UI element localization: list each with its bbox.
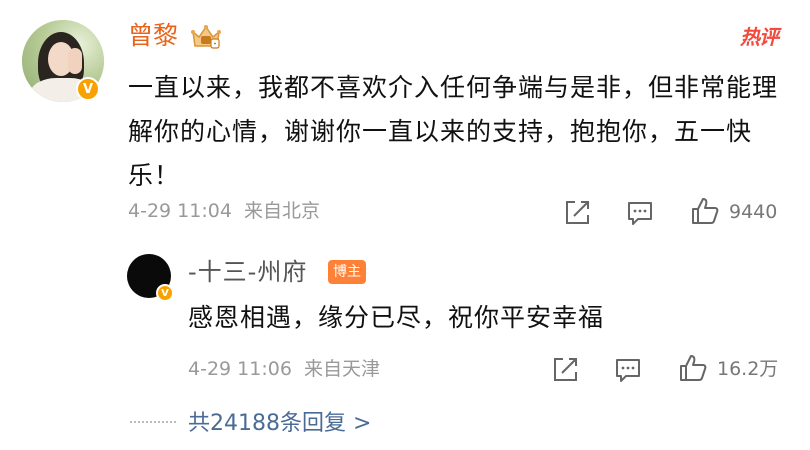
verified-icon: V: [76, 77, 100, 101]
location: 来自北京: [243, 200, 320, 222]
comment-icon[interactable]: [625, 198, 655, 228]
comment-icon[interactable]: [613, 355, 643, 385]
divider-dots: [130, 421, 176, 423]
share-icon[interactable]: [550, 355, 580, 385]
reply-meta: 4-29 11:06 来自天津: [188, 356, 380, 382]
comment-meta: 4-29 11:04 来自北京: [128, 198, 320, 224]
like-icon[interactable]: [678, 353, 708, 383]
share-icon[interactable]: [562, 198, 592, 228]
hot-comment-badge: 热评: [740, 25, 779, 49]
username[interactable]: 曾黎: [128, 19, 178, 53]
timestamp: 4-29 11:04: [128, 200, 232, 222]
reply-username[interactable]: -十三-州府: [188, 256, 307, 288]
verified-icon: V: [156, 284, 174, 302]
reply-text: 感恩相遇，缘分已尽，祝你平安幸福: [188, 303, 605, 332]
comment-text: 一直以来，我都不喜欢介入任何争端与是非，但非常能理解你的心情，谢谢你一直以来的支…: [128, 73, 779, 190]
timestamp: 4-29 11:06: [188, 358, 292, 380]
like-count: 16.2万: [717, 358, 779, 380]
author-badge: 博主: [328, 260, 366, 284]
like-icon[interactable]: [690, 196, 720, 226]
location: 来自天津: [303, 358, 380, 380]
crown-icon[interactable]: [190, 22, 222, 50]
view-replies-link[interactable]: 共24188条回复 >: [188, 409, 371, 439]
like-count: 9440: [729, 201, 778, 223]
